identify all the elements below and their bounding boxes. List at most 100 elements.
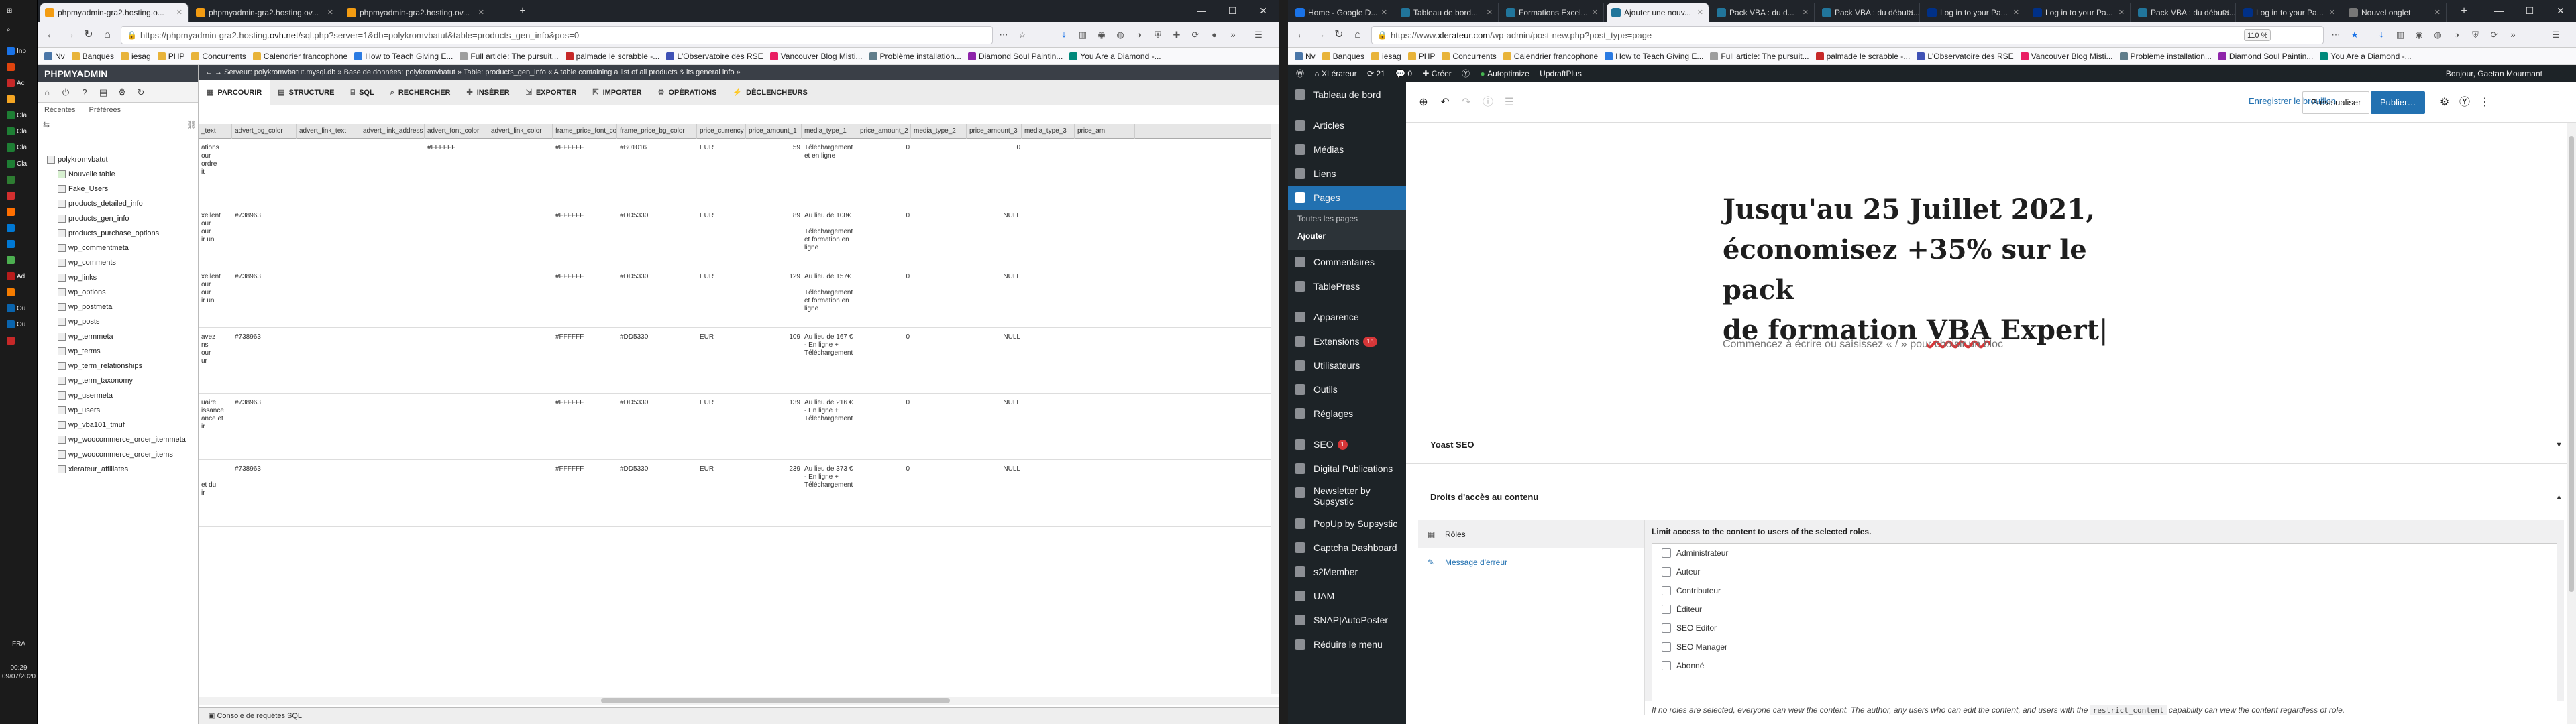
- taskbar-app[interactable]: [4, 204, 34, 221]
- table-cell[interactable]: xellent our our ir un: [201, 273, 231, 305]
- tab-close-icon[interactable]: ✕: [327, 3, 333, 22]
- tree-table[interactable]: wp_terms: [38, 344, 199, 359]
- bookmark-item[interactable]: Full article: The pursuit...: [1710, 48, 1809, 64]
- preview-button[interactable]: Prévisualiser: [2302, 91, 2370, 114]
- table-cell[interactable]: NULL: [969, 212, 1020, 220]
- tree-table[interactable]: wp_commentmeta: [38, 241, 199, 255]
- tab-close-icon[interactable]: ✕: [1697, 3, 1703, 22]
- taskbar-app[interactable]: [4, 188, 34, 205]
- favorites-tab[interactable]: Préférées: [82, 106, 127, 114]
- link-icon[interactable]: ⛓: [186, 120, 197, 129]
- right-url-bar[interactable]: 🔒 https://www.xlerateur.com/wp-admin/pos…: [1371, 26, 2324, 44]
- minimize-icon[interactable]: —: [2483, 0, 2514, 22]
- yoast-panel-icon[interactable]: Ⓨ: [2457, 95, 2473, 111]
- column-header[interactable]: advert_bg_color: [232, 124, 297, 139]
- table-cell[interactable]: 0: [860, 212, 910, 220]
- browser-tab[interactable]: phpmyadmin-gra2.hosting.ov... ✕: [191, 3, 339, 22]
- outline-icon[interactable]: ☰: [1501, 95, 1517, 111]
- browser-tab[interactable]: Pack VBA : du débuta... ✕: [2133, 3, 2236, 22]
- bookmark-item[interactable]: How to Teach Giving E...: [354, 48, 453, 64]
- yoast-panel-header[interactable]: Yoast SEO ▼: [1406, 426, 2576, 464]
- tree-table[interactable]: wp_links: [38, 270, 199, 285]
- checkbox[interactable]: [1662, 642, 1671, 652]
- taskbar-app[interactable]: [4, 252, 34, 269]
- browser-tab[interactable]: Formations Excel... ✕: [1501, 3, 1604, 22]
- table-cell[interactable]: Au lieu de 167 € - En ligne + Téléchargeme…: [804, 333, 856, 357]
- pma-menu-déclencheurs[interactable]: ⚡ DÉCLENCHEURS: [724, 80, 815, 105]
- sync-icon[interactable]: ⟳: [2487, 28, 2501, 42]
- browser-tab[interactable]: Log in to your Pa... ✕: [2028, 3, 2131, 22]
- table-cell[interactable]: avez ns our ur: [201, 333, 231, 365]
- checkbox[interactable]: [1662, 586, 1671, 595]
- tab-close-icon[interactable]: ✕: [2013, 3, 2019, 22]
- taskbar-app[interactable]: Ou: [4, 300, 34, 318]
- role-checkbox[interactable]: SEO Manager: [1652, 638, 2557, 656]
- table-cell[interactable]: 0: [860, 273, 910, 281]
- checkbox[interactable]: [1662, 605, 1671, 614]
- extension-icon[interactable]: ◍: [2431, 28, 2445, 42]
- table-cell[interactable]: 129: [749, 273, 800, 281]
- bookmark-item[interactable]: L'Observatoire des RSE: [1917, 48, 2014, 64]
- home-icon[interactable]: ⌂: [40, 85, 54, 100]
- table-cell[interactable]: [235, 144, 295, 152]
- role-checkbox[interactable]: Contributeur: [1652, 581, 2557, 600]
- column-header[interactable]: price_am: [1075, 124, 1135, 139]
- table-cell[interactable]: Téléchargement et en ligne: [804, 144, 856, 160]
- tree-table[interactable]: wp_woocommerce_order_items: [38, 447, 199, 462]
- table-cell[interactable]: #FFFFFF: [555, 465, 616, 473]
- table-cell[interactable]: uaire issance ance et ir: [201, 399, 231, 431]
- table-cell[interactable]: [427, 333, 487, 341]
- pma-scroll-thumb[interactable]: [601, 698, 950, 703]
- browser-tab[interactable]: phpmyadmin-gra2.hosting.ov... ✕: [342, 3, 490, 22]
- taskbar-app[interactable]: [4, 172, 34, 189]
- library-icon[interactable]: ▥: [1076, 28, 1089, 42]
- taskbar-app[interactable]: Cla: [4, 107, 34, 125]
- taskbar-app[interactable]: [4, 59, 34, 76]
- collapse-icon[interactable]: ⇆: [43, 120, 50, 129]
- pma-sql-console[interactable]: ▣ Console de requêtes SQL: [199, 707, 1279, 724]
- table-cell[interactable]: Au lieu de 108€ Téléchargement et formatio…: [804, 212, 856, 252]
- pocket-icon[interactable]: ◉: [2412, 28, 2426, 42]
- table-cell[interactable]: et du ir: [201, 465, 231, 497]
- wp-home-icon[interactable]: ⌂ XLérateur: [1314, 65, 1356, 82]
- more-addons-icon[interactable]: »: [2506, 28, 2520, 42]
- taskbar-app[interactable]: Inb: [4, 43, 34, 60]
- editor-scrollbar[interactable]: [2567, 123, 2576, 724]
- info-icon[interactable]: ⓘ: [1480, 95, 1496, 111]
- role-checkbox[interactable]: Administrateur: [1652, 544, 2557, 562]
- close-window-icon[interactable]: ✕: [1248, 0, 1279, 22]
- wp-menu-item[interactable]: SEO 1: [1288, 432, 1406, 457]
- wp-menu-item[interactable]: SNAP|AutoPoster: [1288, 608, 1406, 632]
- tree-table[interactable]: Fake_Users: [38, 182, 199, 196]
- table-cell[interactable]: #DD5330: [620, 333, 696, 341]
- bookmark-item[interactable]: You Are a Diamond -...: [1069, 48, 1161, 64]
- table-cell[interactable]: #FFFFFF: [555, 333, 616, 341]
- pma-menu-parcourir[interactable]: ▦ PARCOURIR: [199, 80, 270, 105]
- wp-menu-item[interactable]: Articles: [1288, 113, 1406, 137]
- table-cell[interactable]: #738963: [235, 273, 295, 281]
- table-cell[interactable]: Au lieu de 157€ Téléchargement et formatio…: [804, 273, 856, 313]
- column-header[interactable]: _text: [199, 124, 232, 139]
- taskbar-app[interactable]: Ac: [4, 75, 34, 93]
- browser-tab[interactable]: phpmyadmin-gra2.hosting.o... ✕: [40, 3, 189, 22]
- tab-close-icon[interactable]: ✕: [1592, 3, 1598, 22]
- error-message-tab[interactable]: ✎ Message d'erreur: [1418, 548, 1644, 577]
- browser-tab[interactable]: Ajouter une nouv... ✕: [1607, 3, 1709, 22]
- pma-menu-importer[interactable]: ⇱ IMPORTER: [584, 80, 649, 105]
- zoom-level[interactable]: 110 %: [2244, 29, 2271, 41]
- bookmark-item[interactable]: PHP: [157, 48, 184, 64]
- bookmark-item[interactable]: Problème installation...: [2119, 48, 2212, 64]
- help-icon[interactable]: ?: [77, 85, 92, 100]
- bookmark-item[interactable]: Concurrents: [1442, 48, 1497, 64]
- tab-close-icon[interactable]: ✕: [2329, 3, 2335, 22]
- pma-menu-opérations[interactable]: ⚙ OPÉRATIONS: [650, 80, 725, 105]
- browser-tab[interactable]: Tableau de bord... ✕: [1396, 3, 1499, 22]
- left-url-bar[interactable]: 🔒 https://phpmyadmin-gra2.hosting.ovh.ne…: [121, 26, 993, 44]
- bookmark-item[interactable]: Calendrier francophone: [252, 48, 347, 64]
- column-header[interactable]: media_type_2: [911, 124, 967, 139]
- tab-close-icon[interactable]: ✕: [1487, 3, 1493, 22]
- new-tab-button[interactable]: +: [507, 0, 538, 22]
- wp-menu-item[interactable]: Médias: [1288, 137, 1406, 162]
- table-cell[interactable]: #FFFFFF: [427, 144, 487, 152]
- wp-menu-item[interactable]: UAM: [1288, 584, 1406, 608]
